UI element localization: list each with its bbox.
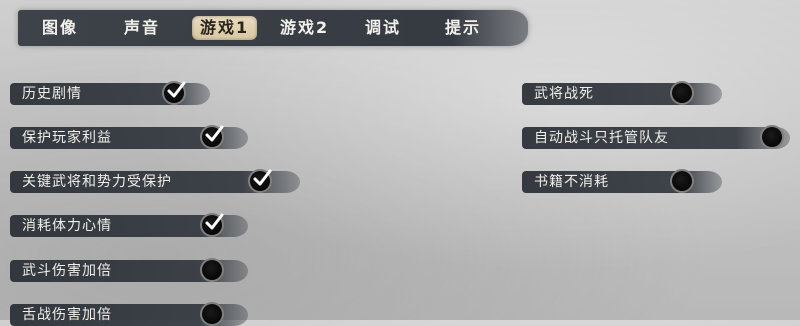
option-label: 书籍不消耗 — [534, 174, 609, 190]
option-label: 武将战死 — [534, 86, 594, 102]
option-label: 保护玩家利益 — [22, 130, 112, 146]
checkbox-duel-damage-double[interactable] — [200, 258, 224, 282]
option-label: 历史剧情 — [22, 86, 82, 102]
checkbox-debate-damage-double[interactable] — [200, 302, 224, 326]
tab-image[interactable]: 图像 — [42, 10, 78, 46]
checkbox-auto-battle-allies[interactable] — [760, 125, 784, 149]
checkbox-books-not-consumed[interactable] — [670, 169, 694, 193]
option-label: 自动战斗只托管队友 — [534, 130, 669, 146]
option-label: 消耗体力心情 — [22, 218, 112, 234]
checkmark-icon — [205, 125, 224, 142]
option-label: 关键武将和势力受保护 — [22, 174, 172, 190]
tab-debug[interactable]: 调试 — [365, 10, 401, 46]
tab-sound[interactable]: 声音 — [124, 10, 160, 46]
checkmark-icon — [253, 169, 272, 186]
option-label: 武斗伤害加倍 — [22, 263, 112, 279]
option-label: 舌战伤害加倍 — [22, 307, 112, 323]
checkmark-icon — [205, 213, 224, 230]
checkbox-history-plot[interactable] — [162, 81, 186, 105]
checkbox-protect-player[interactable] — [200, 125, 224, 149]
checkbox-general-death[interactable] — [670, 81, 694, 105]
checkbox-consume-stamina[interactable] — [200, 213, 224, 237]
checkmark-icon — [167, 81, 186, 98]
tab-game1[interactable]: 游戏1 — [192, 16, 258, 40]
checkbox-protect-key-generals[interactable] — [248, 169, 272, 193]
tab-game2[interactable]: 游戏2 — [280, 10, 329, 46]
tab-tips[interactable]: 提示 — [445, 10, 481, 46]
